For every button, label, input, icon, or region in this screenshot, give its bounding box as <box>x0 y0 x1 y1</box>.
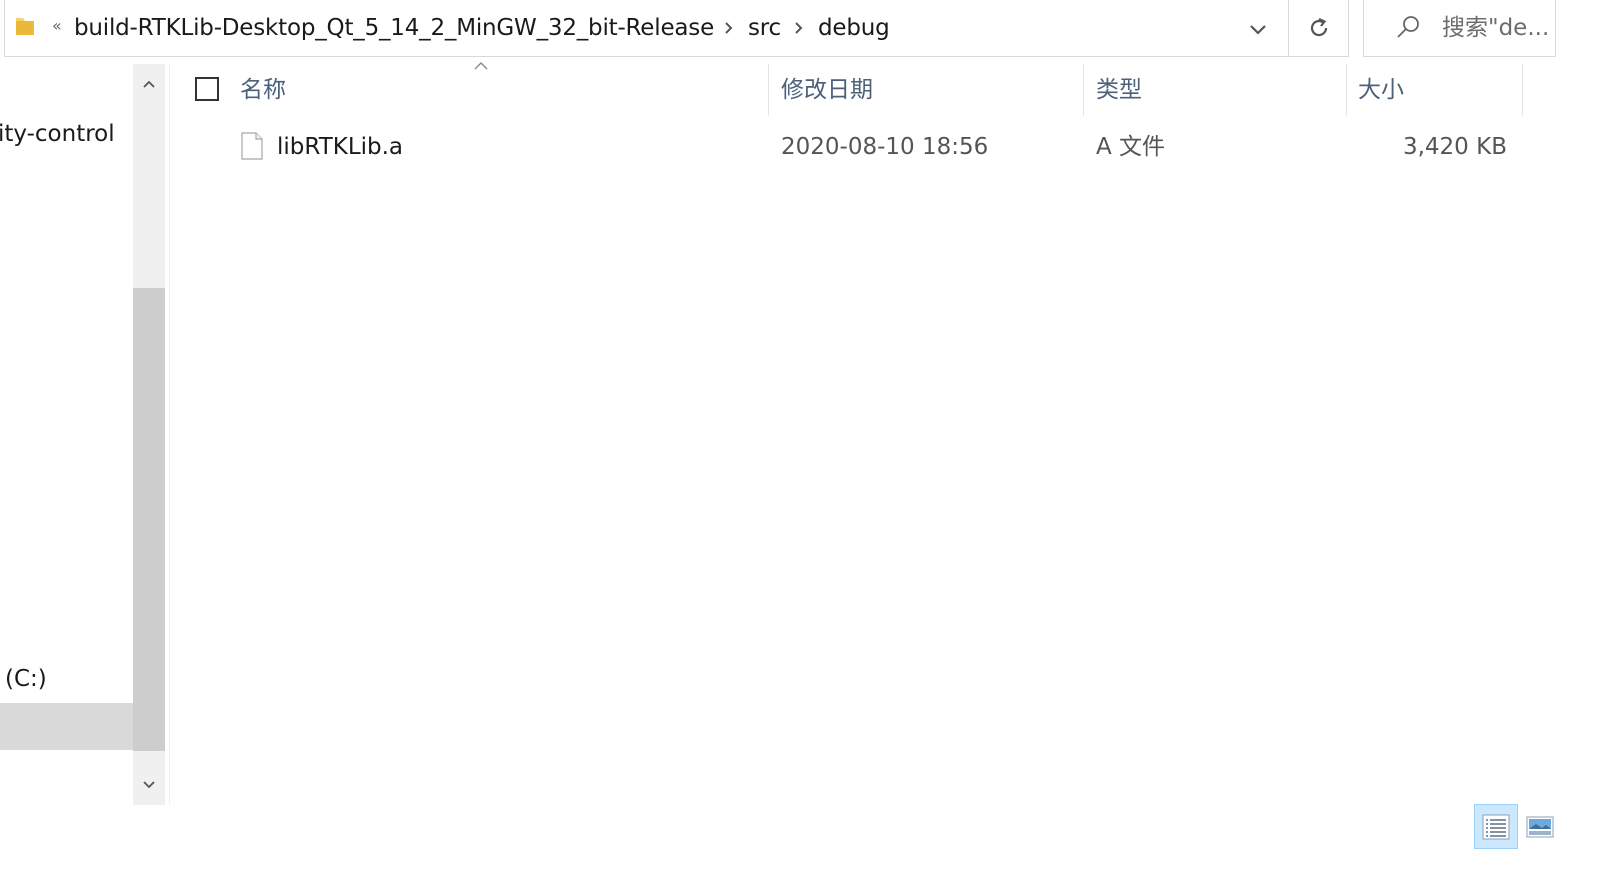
column-divider[interactable] <box>1083 64 1084 116</box>
scroll-down-button[interactable] <box>133 765 165 805</box>
nav-item-drive-c[interactable]: (C:) <box>5 663 47 695</box>
large-icons-view-icon <box>1526 816 1554 837</box>
column-header-size[interactable]: 大小 <box>1358 74 1404 106</box>
scrollbar-thumb[interactable] <box>133 288 165 751</box>
nav-scrollbar[interactable] <box>133 64 165 805</box>
column-header-modified[interactable]: 修改日期 <box>781 74 873 106</box>
refresh-icon <box>1310 17 1328 37</box>
column-header-row: 名称 修改日期 类型 大小 <box>170 64 1525 116</box>
breadcrumb-chevron-icon[interactable] <box>723 20 735 36</box>
scroll-up-button[interactable] <box>133 64 165 104</box>
overflow-chevron-icon[interactable]: « <box>52 14 62 38</box>
nav-item-quality-control[interactable]: ity-control <box>0 118 115 150</box>
breadcrumb-build-folder[interactable]: build-RTKLib-Desktop_Qt_5_14_2_MinGW_32_… <box>74 13 714 43</box>
file-icon <box>241 132 263 160</box>
search-placeholder: 搜索"de... <box>1442 15 1550 41</box>
column-divider[interactable] <box>1522 64 1523 116</box>
breadcrumb-src[interactable]: src <box>748 13 781 43</box>
file-type: A 文件 <box>1096 134 1166 160</box>
column-divider[interactable] <box>1346 64 1347 116</box>
file-size: 3,420 KB <box>1402 134 1507 160</box>
file-modified-date: 2020-08-10 18:56 <box>781 134 989 160</box>
select-all-checkbox[interactable] <box>195 77 219 101</box>
breadcrumb-debug[interactable]: debug <box>818 13 890 43</box>
chevron-down-icon[interactable] <box>1247 18 1269 40</box>
chevron-down-icon <box>143 781 155 789</box>
large-icons-view-button[interactable] <box>1520 806 1560 847</box>
navigation-pane[interactable]: ity-control (C:) <box>0 64 133 805</box>
column-header-type[interactable]: 类型 <box>1096 74 1142 106</box>
search-input[interactable]: 搜索"de... <box>1363 0 1556 57</box>
folder-icon <box>16 18 34 35</box>
file-name[interactable]: libRTKLib.a <box>277 131 403 163</box>
column-header-name[interactable]: 名称 <box>240 74 286 106</box>
refresh-button[interactable] <box>1289 0 1349 56</box>
column-divider[interactable] <box>768 64 769 116</box>
breadcrumb-chevron-icon[interactable] <box>793 20 805 36</box>
search-icon <box>1397 16 1419 38</box>
pane-divider[interactable] <box>169 64 170 805</box>
chevron-up-icon <box>143 80 155 88</box>
nav-selected-highlight[interactable] <box>0 703 133 750</box>
details-view-button[interactable] <box>1474 804 1518 849</box>
address-bar[interactable]: « build-RTKLib-Desktop_Qt_5_14_2_MinGW_3… <box>4 0 1349 57</box>
details-view-icon <box>1482 814 1510 839</box>
file-row[interactable]: libRTKLib.a 2020-08-10 18:56 A 文件 3,420 … <box>170 124 1525 172</box>
